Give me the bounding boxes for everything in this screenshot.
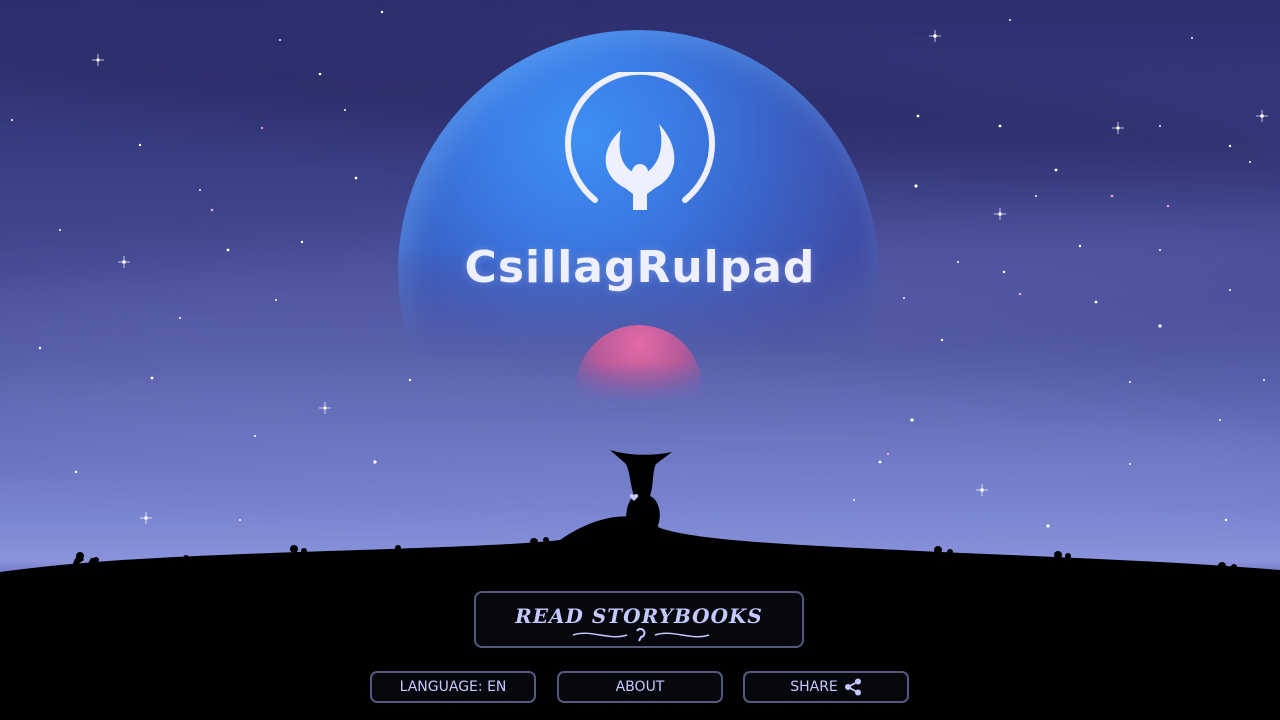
read-storybooks-label: READ STORYBOOKS [515, 604, 763, 628]
about-button[interactable]: ABOUT [557, 671, 723, 703]
read-storybooks-button[interactable]: READ STORYBOOKS [474, 591, 804, 648]
about-label: ABOUT [615, 679, 665, 695]
share-icon [844, 678, 861, 696]
language-label: LANGUAGE: EN [399, 679, 507, 695]
language-button[interactable]: LANGUAGE: EN [370, 671, 536, 703]
share-button[interactable]: SHARE [743, 671, 909, 703]
ornament-icon [572, 628, 710, 642]
share-label: SHARE [790, 679, 838, 695]
